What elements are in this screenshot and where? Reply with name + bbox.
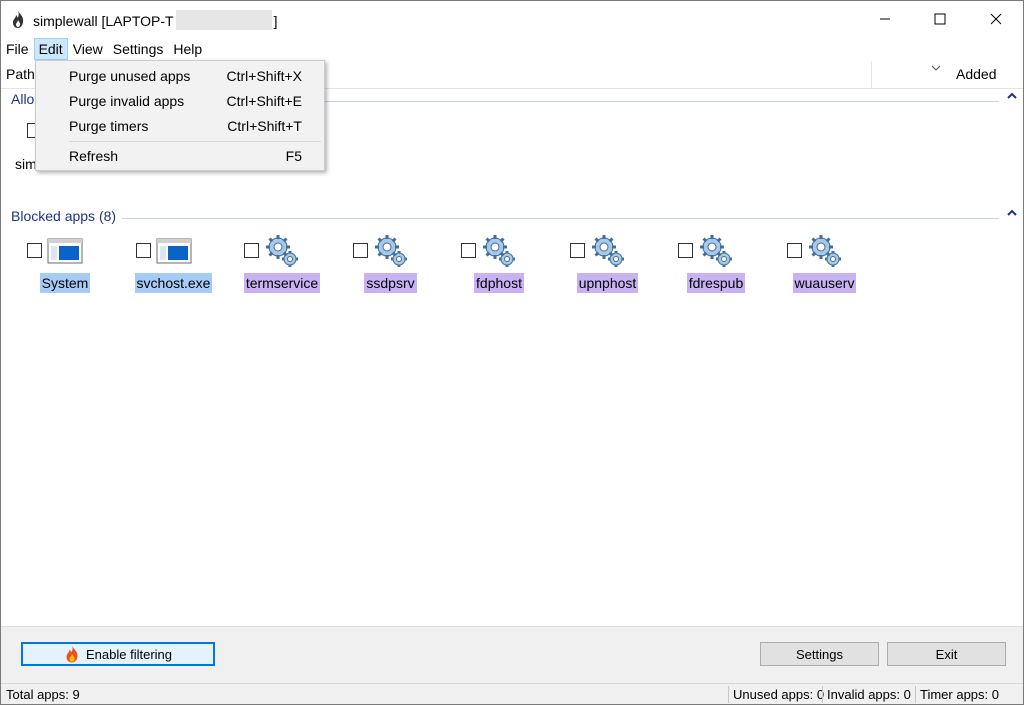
menu-view[interactable]: View [68,38,108,60]
window-app-icon [156,237,192,273]
app-checkbox[interactable] [569,243,585,258]
gears-service-icon [698,233,734,269]
status-unused-apps: Unused apps: 0 [733,687,825,702]
app-name-label: upnphost [576,273,639,293]
menu-item-shortcut: Ctrl+Shift+E [226,93,302,109]
blocked-app-item[interactable]: System [19,233,119,293]
app-name-label: termservice [243,273,321,293]
sort-chevron-icon [931,63,941,75]
settings-button[interactable]: Settings [760,642,879,666]
app-checkbox[interactable] [352,243,368,258]
gears-service-icon [481,233,517,269]
minimize-icon [880,18,890,20]
edit-dropdown-menu: Purge unused apps Ctrl+Shift+X Purge inv… [35,60,325,171]
app-checkbox[interactable] [786,243,802,258]
blocked-app-item[interactable]: termservice [236,233,336,293]
app-checkbox[interactable] [678,243,693,258]
status-timer-apps: Timer apps: 0 [920,687,999,702]
fire-icon [66,645,78,663]
enable-filtering-label: Enable filtering [86,646,172,662]
menu-edit[interactable]: Edit [33,38,68,60]
blocked-app-item[interactable]: svchost.exe [128,233,228,293]
menu-item-shortcut: F5 [285,148,302,164]
allowed-app-label: sim [15,156,37,172]
title-bar[interactable]: simplewall [LAPTOP-T] [1,1,1023,37]
redacted-hostname [175,10,272,30]
group-divider [11,218,999,219]
app-name-label: wuauserv [792,273,857,293]
status-total-apps: Total apps: 9 [6,687,80,702]
app-name-label: svchost.exe [134,273,213,293]
blocked-app-item[interactable]: upnphost [562,233,662,293]
collapse-chevron-icon[interactable] [1007,206,1017,220]
close-icon [990,13,1002,25]
maximize-button[interactable] [917,1,963,37]
gears-service-icon [264,233,300,269]
blocked-app-item[interactable]: fdphost [453,233,553,293]
menu-file[interactable]: File [1,38,34,60]
minimize-button[interactable] [862,1,908,37]
app-name-label: fdrespub [686,273,746,293]
menu-purge-unused-apps[interactable]: Purge unused apps Ctrl+Shift+X [36,64,324,89]
app-checkbox[interactable] [135,243,151,258]
status-invalid-apps: Invalid apps: 0 [827,687,911,702]
menu-settings[interactable]: Settings [108,38,169,60]
window-title-suffix: ] [273,13,278,29]
column-added[interactable]: Added [956,66,996,82]
menu-purge-invalid-apps[interactable]: Purge invalid apps Ctrl+Shift+E [36,89,324,114]
blocked-app-item[interactable]: ssdpsrv [345,233,445,293]
flame-icon [13,10,24,28]
gears-service-icon [590,233,626,269]
maximize-icon [934,13,946,25]
menu-item-label: Purge invalid apps [69,93,185,109]
gears-service-icon [807,233,843,269]
status-bar: Total apps: 9 Unused apps: 0 Invalid app… [1,683,1023,704]
app-checkbox[interactable] [244,243,259,258]
column-divider[interactable] [871,61,872,89]
collapse-chevron-icon[interactable] [1007,89,1017,103]
close-button[interactable] [973,1,1019,37]
menu-item-label: Purge unused apps [69,68,191,84]
exit-button[interactable]: Exit [887,642,1006,666]
menu-bar: File Edit View Settings Help [1,38,1023,60]
app-name-label: fdphost [474,273,524,293]
menu-refresh[interactable]: Refresh F5 [36,144,324,169]
window-title: simplewall [LAPTOP-T] [33,10,277,30]
menu-help[interactable]: Help [168,38,207,60]
blocked-group-title: Blocked apps (8) [11,208,123,224]
window-app-icon [47,237,83,273]
app-checkbox[interactable] [461,243,476,258]
blocked-app-item[interactable]: fdrespub [670,233,770,293]
simplewall-window: simplewall [LAPTOP-T] File Edit View Set… [0,0,1024,705]
app-checkbox[interactable] [27,243,42,258]
app-name-label: System [39,273,91,293]
enable-filtering-button[interactable]: Enable filtering [21,642,215,666]
blocked-group-header[interactable]: Blocked apps (8) [11,208,1019,228]
menu-item-label: Refresh [69,148,119,164]
app-name-label: ssdpsrv [364,273,417,293]
menu-item-shortcut: Ctrl+Shift+T [227,118,302,134]
column-path[interactable]: Path [6,66,35,82]
gears-service-icon [373,233,409,269]
window-title-prefix: simplewall [LAPTOP-T [33,13,174,29]
menu-item-shortcut: Ctrl+Shift+X [226,68,302,84]
bottom-panel: Enable filtering Settings Exit [1,626,1023,683]
menu-separator [69,141,321,142]
menu-item-label: Purge timers [69,118,149,134]
blocked-app-item[interactable]: wuauserv [779,233,879,293]
menu-purge-timers[interactable]: Purge timers Ctrl+Shift+T [36,114,324,139]
